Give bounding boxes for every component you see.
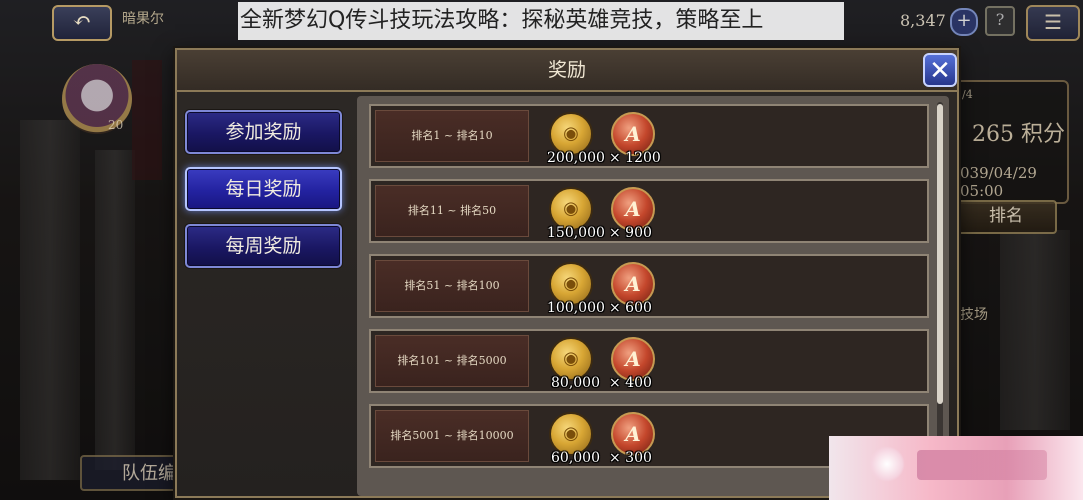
medal-amount: × 600 [609,300,652,316]
medal-amount: × 1200 [609,150,661,166]
modal-title: 奖励 [547,59,586,81]
help-button[interactable]: ? [985,6,1015,36]
score-fraction: /4 [962,88,973,101]
score-points: 265 积分 [972,122,1065,147]
tab-weekly-reward[interactable]: 每周奖励 [185,224,342,268]
medal-amount: × 900 [609,225,652,241]
gold-amount: 60,000 [551,450,600,466]
help-icon: ? [995,10,1005,29]
article-caption: 全新梦幻Q传斗技玩法攻略：探秘英雄竞技，策略至上 [238,2,844,40]
season-end-date: 039/04/29 05:00 [960,164,1037,200]
player-level: 20 [108,118,124,132]
rank-range: 排名51 ~ 排名100 [375,260,529,312]
medal-amount: × 400 [609,375,652,391]
tab-participation-reward[interactable]: 参加奖励 [185,110,342,154]
back-button[interactable]: ↶ [52,5,112,41]
team-edit-button[interactable]: 队伍编 [80,455,180,491]
reward-row: 排名11 ~ 排名50 ◉ 150,000 A × 900 [369,179,929,243]
player-name: 暗果尔 [122,11,164,27]
menu-icon: ☰ [1044,10,1062,34]
modal-header: 奖励 ✕ [177,50,957,92]
watermark-logo [829,436,1083,500]
close-icon: ✕ [929,56,951,86]
currency-amount: 8,347 [900,11,946,30]
add-currency-button[interactable]: + [950,8,978,36]
gold-amount: 100,000 [547,300,605,316]
rank-range: 排名5001 ~ 排名10000 [375,410,529,462]
reward-row: 排名51 ~ 排名100 ◉ 100,000 A × 600 [369,254,929,318]
rank-range: 排名101 ~ 排名5000 [375,335,529,387]
gold-amount: 80,000 [551,375,600,391]
gold-amount: 200,000 [547,150,605,166]
arena-label: 技场 [960,307,988,323]
medal-amount: × 300 [609,450,652,466]
tab-daily-reward[interactable]: 每日奖励 [185,167,342,211]
reward-row: 排名1 ~ 排名10 ◉ 200,000 A × 1200 [369,104,929,168]
menu-button[interactable]: ☰ [1026,5,1080,41]
back-arrow-icon: ↶ [72,9,92,34]
scrollbar-thumb[interactable] [937,104,943,404]
rank-range: 排名1 ~ 排名10 [375,110,529,162]
watermark-text-shape [917,450,1047,480]
gold-amount: 150,000 [547,225,605,241]
close-button[interactable]: ✕ [923,53,957,87]
rewards-modal: 奖励 ✕ 参加奖励 每日奖励 每周奖励 排名1 ~ 排名10 ◉ 200,000… [175,48,959,498]
plus-icon: + [956,10,972,31]
watermark-glow [869,446,905,482]
reward-row: 排名101 ~ 排名5000 ◉ 80,000 A × 400 [369,329,929,393]
ranking-button[interactable]: 排名 [955,200,1057,234]
rank-range: 排名11 ~ 排名50 [375,185,529,237]
